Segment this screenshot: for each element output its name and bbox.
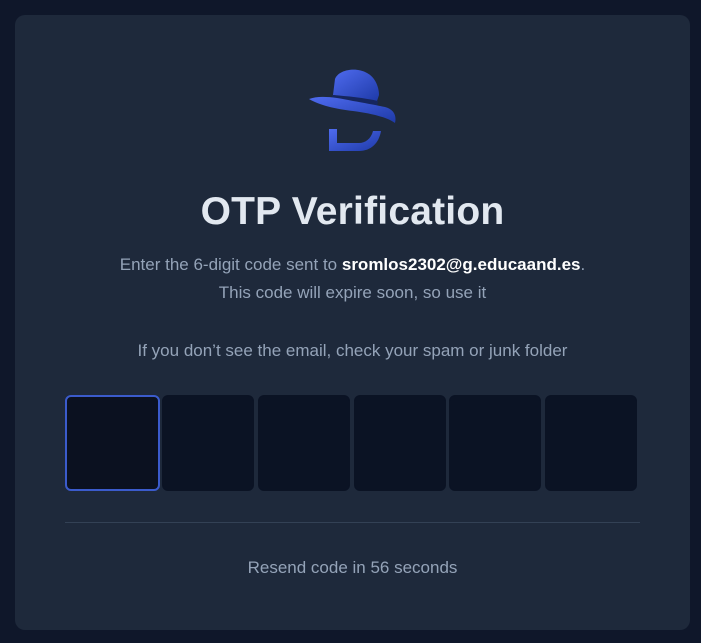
email-address: sromlos2302@g.educaand.es [341, 255, 581, 274]
detective-hat-logo-icon [309, 69, 396, 151]
divider [65, 522, 640, 523]
resend-countdown: Resend code in 56 seconds [247, 558, 458, 577]
otp-digit-5[interactable] [449, 395, 541, 491]
otp-input-group [65, 395, 640, 491]
instruction-line-2: This code will expire soon, so use it [218, 283, 487, 302]
spam-hint: If you don’t see the email, check your s… [137, 341, 568, 360]
instruction-line-1: Enter the 6-digit code sent to sromlos23… [15, 255, 690, 275]
otp-digit-4[interactable] [354, 395, 446, 491]
otp-digit-2[interactable] [162, 395, 254, 491]
otp-digit-6[interactable] [545, 395, 637, 491]
page-title: OTP Verification [200, 190, 505, 233]
otp-card: OTP Verification Enter the 6-digit code … [15, 15, 690, 630]
otp-digit-1[interactable] [65, 395, 160, 491]
instruction-prefix: Enter the 6-digit code sent to [119, 255, 342, 274]
instruction-suffix: . [580, 255, 586, 274]
otp-digit-3[interactable] [258, 395, 350, 491]
